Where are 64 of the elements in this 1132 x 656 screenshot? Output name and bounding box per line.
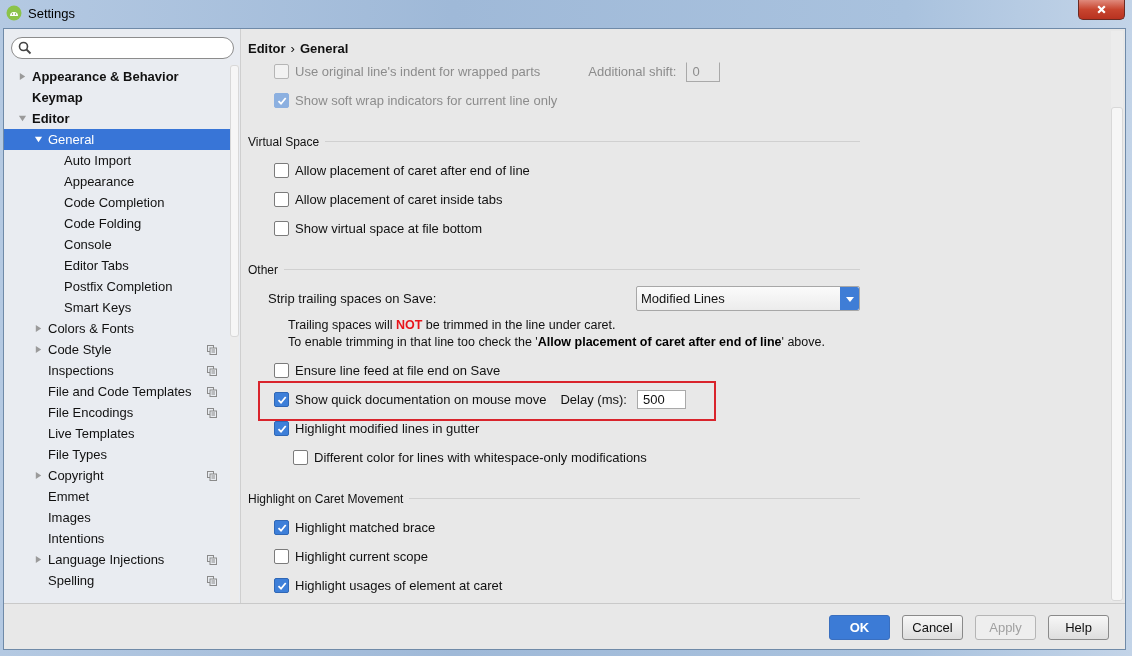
- tree-item[interactable]: Smart Keys: [4, 297, 230, 318]
- tree-item[interactable]: Colors & Fonts: [4, 318, 230, 339]
- breadcrumb-separator: ›: [290, 41, 295, 56]
- checkbox[interactable]: Highlight modified lines in gutter: [274, 421, 480, 436]
- tree-item[interactable]: Auto Import: [4, 150, 230, 171]
- checkbox[interactable]: Highlight current scope: [274, 549, 428, 564]
- tree-item[interactable]: Language Injections: [4, 549, 230, 570]
- tree-item[interactable]: Code Completion: [4, 192, 230, 213]
- dropdown[interactable]: Modified Lines: [636, 286, 860, 311]
- window-title: Settings: [28, 5, 75, 21]
- check-icon: [276, 423, 287, 434]
- checkbox[interactable]: Highlight matched brace: [274, 520, 436, 535]
- section-title: Other: [248, 262, 278, 277]
- hint-text: Trailing spaces will NOT be trimmed in the line under caret.: [288, 317, 617, 334]
- search-icon: [18, 41, 32, 55]
- check-icon: [276, 95, 287, 106]
- checkbox[interactable]: Ensure line feed at file end on Save: [274, 363, 501, 378]
- scrollbar[interactable]: [1111, 31, 1123, 601]
- check-icon: [276, 522, 287, 533]
- tree-item[interactable]: Spelling: [4, 570, 230, 591]
- tree-item[interactable]: Appearance & Behavior: [4, 66, 230, 87]
- checkbox[interactable]: Allow placement of caret after end of line: [274, 163, 530, 178]
- checkbox[interactable]: Allow placement of caret inside tabs: [274, 192, 503, 207]
- checkbox[interactable]: Different color for lines with whitespace-only modifications: [293, 450, 647, 465]
- tree-item[interactable]: Appearance: [4, 171, 230, 192]
- tree-item[interactable]: Postfix Completion: [4, 276, 230, 297]
- tree-item[interactable]: Editor: [4, 108, 230, 129]
- tree-item[interactable]: Code Folding: [4, 213, 230, 234]
- scrollbar[interactable]: [230, 65, 239, 603]
- input-field[interactable]: 500: [636, 390, 686, 409]
- tree-item[interactable]: Intentions: [4, 528, 230, 549]
- tree-item[interactable]: Copyright: [4, 465, 230, 486]
- section-title: Virtual Space: [248, 134, 320, 149]
- field-label: Delay (ms):: [560, 392, 627, 407]
- tree-item[interactable]: General: [4, 129, 230, 150]
- check-icon: [276, 394, 287, 405]
- android-icon: [6, 5, 22, 21]
- tree-item[interactable]: File Encodings: [4, 402, 230, 423]
- breadcrumb-item: General: [299, 41, 349, 56]
- search-field[interactable]: [11, 37, 234, 59]
- section-title: Highlight on Caret Movement: [248, 491, 404, 506]
- tree-item[interactable]: Images: [4, 507, 230, 528]
- tree-item[interactable]: Console: [4, 234, 230, 255]
- check-icon: [276, 580, 287, 591]
- checkbox[interactable]: Highlight usages of element at caret: [274, 578, 503, 593]
- tree-item[interactable]: Editor Tabs: [4, 255, 230, 276]
- close-icon: [1096, 4, 1107, 15]
- dialog-button[interactable]: Cancel: [902, 615, 963, 640]
- tree-item[interactable]: File Types: [4, 444, 230, 465]
- tree-item[interactable]: Keymap: [4, 87, 230, 108]
- tree-item[interactable]: Code Style: [4, 339, 230, 360]
- tree-item[interactable]: Live Templates: [4, 423, 230, 444]
- tree-item[interactable]: Inspections: [4, 360, 230, 381]
- breadcrumb-item[interactable]: Editor: [248, 41, 286, 56]
- tree-item[interactable]: Emmet: [4, 486, 230, 507]
- dialog-button[interactable]: Help: [1048, 615, 1109, 640]
- field-label: Strip trailing spaces on Save:: [268, 291, 437, 306]
- checkbox[interactable]: Show virtual space at file bottom: [274, 221, 483, 236]
- hint-text: To enable trimming in that line too check the 'Allow placement of caret after end of line' above.: [288, 334, 826, 351]
- ok-button[interactable]: OK: [829, 615, 890, 640]
- close-button[interactable]: [1078, 0, 1125, 20]
- tree-item[interactable]: File and Code Templates: [4, 381, 230, 402]
- checkbox[interactable]: Show quick documentation on mouse move: [274, 392, 547, 407]
- field-label: Additional shift:: [588, 64, 677, 79]
